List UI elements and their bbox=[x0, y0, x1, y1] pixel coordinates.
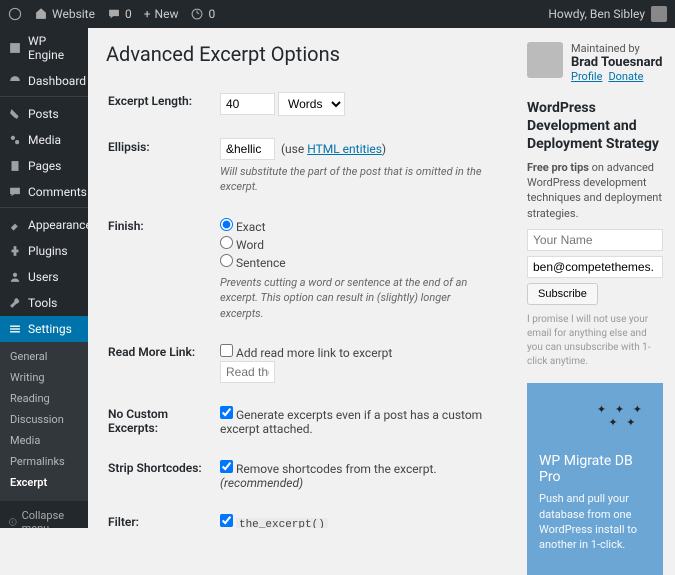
html-entities-link[interactable]: HTML entities bbox=[307, 142, 382, 156]
submenu-general[interactable]: General bbox=[0, 346, 88, 367]
menu-plugins[interactable]: Plugins bbox=[0, 238, 88, 264]
refresh-icon[interactable]: 0 bbox=[190, 7, 215, 21]
name-input[interactable] bbox=[527, 229, 663, 251]
side-heading: WordPress Development and Deployment Str… bbox=[527, 99, 663, 154]
promo-box[interactable]: ✦ ✦ ✦ ✦ ✦ WP Migrate DB Pro Push and pul… bbox=[527, 383, 663, 575]
finish-label: Finish: bbox=[108, 211, 218, 335]
menu-comments[interactable]: Comments bbox=[0, 179, 88, 208]
menu-settings[interactable]: Settings bbox=[0, 316, 88, 342]
finish-desc: Prevents cutting a word or sentence at t… bbox=[220, 275, 495, 321]
submenu-permalinks[interactable]: Permalinks bbox=[0, 451, 88, 472]
collapse-menu[interactable]: Collapse menu bbox=[0, 501, 88, 528]
submenu-discussion[interactable]: Discussion bbox=[0, 409, 88, 430]
promo-desc: Push and pull your database from one Wor… bbox=[539, 491, 651, 553]
finish-sentence-radio[interactable] bbox=[220, 254, 233, 267]
profile-link[interactable]: Profile bbox=[571, 70, 602, 83]
wp-logo[interactable] bbox=[8, 7, 22, 21]
new-button[interactable]: +New bbox=[144, 7, 179, 21]
submenu-writing[interactable]: Writing bbox=[0, 367, 88, 388]
side-desc: Free pro tips on advanced WordPress deve… bbox=[527, 160, 663, 222]
length-unit-select[interactable]: Words bbox=[278, 92, 345, 116]
fineprint: I promise I will not use your email for … bbox=[527, 313, 663, 369]
menu-dashboard[interactable]: Dashboard bbox=[0, 68, 88, 97]
menu-posts[interactable]: Posts bbox=[0, 101, 88, 127]
submenu-excerpt[interactable]: Excerpt bbox=[0, 472, 88, 493]
maintained-by-label: Maintained by bbox=[571, 42, 663, 55]
readmore-label: Read More Link: bbox=[108, 337, 218, 397]
avatar[interactable] bbox=[651, 6, 667, 22]
filter-excerpt-checkbox[interactable] bbox=[220, 514, 233, 527]
strip-checkbox[interactable] bbox=[220, 460, 233, 473]
finish-word-radio[interactable] bbox=[220, 236, 233, 249]
page-title: Advanced Excerpt Options bbox=[106, 42, 497, 66]
nocustom-checkbox[interactable] bbox=[220, 406, 233, 419]
howdy-user[interactable]: Howdy, Ben Sibley bbox=[548, 7, 645, 21]
length-label: Excerpt Length: bbox=[108, 86, 218, 130]
donate-link[interactable]: Donate bbox=[608, 70, 643, 83]
submenu-media[interactable]: Media bbox=[0, 430, 88, 451]
site-link[interactable]: Website bbox=[34, 7, 95, 21]
author-name: Brad Touesnard bbox=[571, 55, 663, 70]
finish-exact-radio[interactable] bbox=[220, 218, 233, 231]
ellipsis-label: Ellipsis: bbox=[108, 132, 218, 209]
length-input[interactable] bbox=[220, 93, 275, 115]
menu-media[interactable]: Media bbox=[0, 127, 88, 153]
readmore-text-input[interactable] bbox=[220, 361, 275, 383]
ellipsis-desc: Will substitute the part of the post tha… bbox=[220, 164, 495, 195]
nocustom-label: No Custom Excerpts: bbox=[108, 399, 218, 451]
menu-appearance[interactable]: Appearance bbox=[0, 212, 88, 238]
ellipsis-input[interactable] bbox=[220, 138, 275, 160]
promo-title: WP Migrate DB Pro bbox=[539, 453, 651, 485]
comments-count[interactable]: 0 bbox=[107, 7, 132, 21]
strip-label: Strip Shortcodes: bbox=[108, 453, 218, 505]
menu-wpengine[interactable]: WP Engine bbox=[0, 28, 88, 68]
submenu-reading[interactable]: Reading bbox=[0, 388, 88, 409]
filter-label: Filter: bbox=[108, 507, 218, 528]
menu-tools[interactable]: Tools bbox=[0, 290, 88, 316]
menu-pages[interactable]: Pages bbox=[0, 153, 88, 179]
birds-icon: ✦ ✦ ✦ ✦ ✦ bbox=[597, 403, 645, 429]
email-input[interactable] bbox=[527, 256, 663, 278]
readmore-checkbox[interactable] bbox=[220, 344, 233, 357]
subscribe-button[interactable]: Subscribe bbox=[527, 283, 598, 305]
menu-users[interactable]: Users bbox=[0, 264, 88, 290]
author-avatar bbox=[527, 42, 563, 78]
settings-submenu: General Writing Reading Discussion Media… bbox=[0, 342, 88, 501]
